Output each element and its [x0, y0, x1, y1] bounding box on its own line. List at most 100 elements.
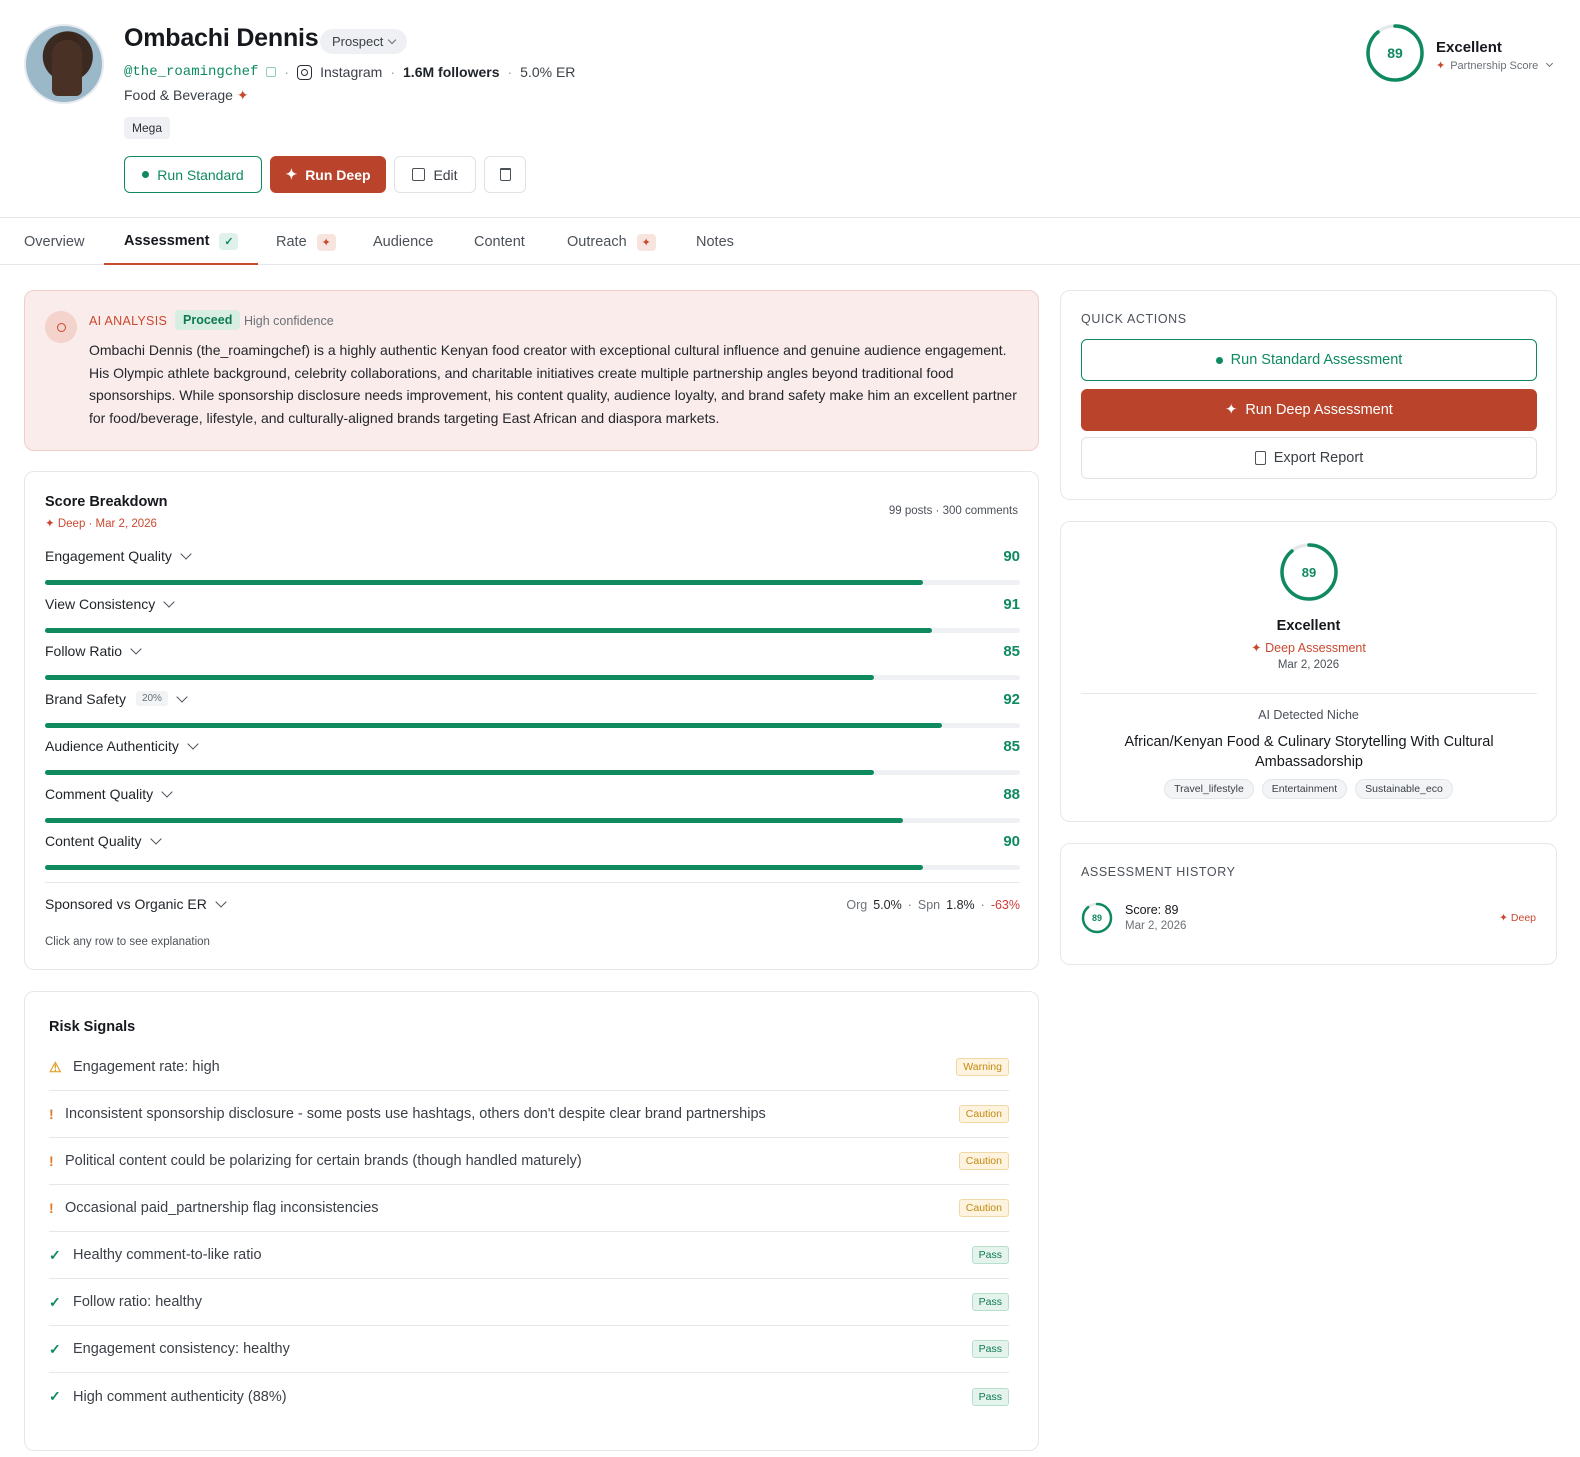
- metric-name: Content Quality: [45, 833, 162, 849]
- tab-overview[interactable]: Overview: [24, 219, 84, 265]
- risk-severity-badge: Pass: [971, 1387, 1009, 1406]
- summary-date: Mar 2, 2026: [1277, 659, 1340, 671]
- metric-bar-track: [45, 865, 1020, 870]
- risk-row: ! Political content could be polarizing f…: [49, 1138, 1009, 1185]
- risk-row: ⚠ Engagement rate: high Warning: [49, 1044, 1009, 1091]
- ai-analysis-label: AI ANALYSIS: [89, 314, 168, 328]
- niche-tags: Travel_lifestyle Entertainment Sustainab…: [1061, 779, 1556, 799]
- confidence-label: High confidence: [244, 314, 334, 328]
- partnership-score-dropdown[interactable]: ✦ Partnership Score: [1436, 59, 1554, 72]
- partnership-score-label: Partnership Score: [1450, 59, 1539, 72]
- edit-label: Edit: [433, 166, 458, 183]
- category-label: Food & Beverage ✦: [124, 87, 249, 104]
- metric-row[interactable]: Engagement Quality 90: [45, 548, 1020, 588]
- organic-er: 5.0%: [873, 898, 902, 912]
- sponsored-vs-organic-row[interactable]: Sponsored vs Organic ER Org 5.0% · Spn 1…: [45, 896, 1020, 916]
- summary-score-ring: 89: [1279, 542, 1339, 602]
- metric-bar-fill: [45, 722, 942, 728]
- risk-row: ✓ High comment authenticity (88%) Pass: [49, 1373, 1009, 1420]
- tab-audience[interactable]: Audience: [373, 219, 433, 265]
- risk-row: ! Occasional paid_partnership flag incons…: [49, 1185, 1009, 1232]
- history-type: ✦ Deep: [1499, 912, 1536, 924]
- score-rating: Excellent: [1436, 39, 1502, 56]
- pencil-icon: [412, 168, 426, 181]
- metric-value: 90: [1003, 833, 1020, 850]
- metric-bar-track: [45, 580, 1020, 585]
- tab-notes[interactable]: Notes: [696, 219, 734, 265]
- chevron-down-icon: [388, 35, 397, 44]
- run-deep-assessment-button[interactable]: ✦ Run Deep Assessment: [1081, 389, 1537, 431]
- category-text: Food & Beverage: [124, 87, 233, 103]
- assessment-history-title: ASSESSMENT HISTORY: [1081, 865, 1236, 879]
- delete-button[interactable]: [484, 156, 526, 193]
- score-breakdown-title: Score Breakdown: [45, 494, 168, 510]
- metric-row[interactable]: Audience Authenticity 85: [45, 738, 1020, 778]
- history-date: Mar 2, 2026: [1125, 920, 1187, 932]
- tab-assessment[interactable]: Assessment ✓: [104, 219, 259, 265]
- run-standard-label: Run Standard: [157, 166, 244, 183]
- check-icon: ✓: [49, 1246, 61, 1263]
- run-standard-assessment-button[interactable]: Run Standard Assessment: [1081, 339, 1537, 381]
- chevron-down-icon: [163, 595, 175, 608]
- chevron-down-icon: [187, 738, 199, 750]
- chevron-down-icon: [180, 548, 192, 560]
- metric-name: Comment Quality: [45, 786, 173, 802]
- metric-name: Audience Authenticity: [45, 738, 199, 754]
- risk-row: ✓ Healthy comment-to-like ratio Pass: [49, 1232, 1009, 1279]
- status-dropdown[interactable]: Prospect: [320, 29, 408, 54]
- sparkle-icon: ✦: [636, 233, 656, 251]
- instagram-icon: [297, 64, 313, 80]
- risk-signals-title: Risk Signals: [49, 1019, 136, 1035]
- sparkle-icon: ✦: [1251, 641, 1262, 655]
- risk-severity-badge: Warning: [956, 1058, 1009, 1076]
- exclamation-icon: !: [49, 1200, 54, 1216]
- external-link-icon[interactable]: [266, 67, 277, 77]
- history-score[interactable]: Score: 89: [1125, 903, 1179, 917]
- risk-severity-badge: Caution: [958, 1152, 1009, 1170]
- tab-bar: Overview Assessment ✓ Rate ✦ Audience Co…: [0, 219, 1580, 265]
- edit-button[interactable]: Edit: [394, 156, 476, 193]
- sample-size: 99 posts · 300 comments: [888, 505, 1018, 517]
- platform-label: Instagram: [320, 64, 383, 80]
- warning-icon: ⚠: [49, 1058, 62, 1075]
- risk-severity-badge: Caution: [958, 1199, 1009, 1217]
- metric-row[interactable]: Content Quality 90: [45, 833, 1020, 873]
- run-deep-button[interactable]: ✦ Run Deep: [270, 156, 386, 193]
- history-score-badge: 89: [1091, 913, 1102, 923]
- score-summary-card: 89 Excellent ✦ Deep Assessment Mar 2, 20…: [1060, 521, 1557, 822]
- chevron-down-icon: [176, 690, 188, 703]
- summary-assessment-type: ✦ Deep Assessment: [1251, 641, 1366, 655]
- risk-text: Occasional paid_partnership flag inconsi…: [65, 1200, 379, 1216]
- tab-rate[interactable]: Rate ✦: [276, 219, 336, 265]
- risk-severity-badge: Pass: [971, 1293, 1009, 1311]
- export-report-button[interactable]: Export Report: [1081, 437, 1537, 479]
- sponsored-values: Org 5.0% · Spn 1.8% · -63%: [846, 898, 1020, 912]
- sponsored-label: Sponsored vs Organic ER: [45, 896, 207, 912]
- metric-row[interactable]: Brand Safety 20% 92: [45, 691, 1020, 731]
- tab-outreach[interactable]: Outreach ✦: [567, 219, 656, 265]
- metric-bar-track: [45, 675, 1020, 680]
- summary-score-value: 89: [1301, 564, 1317, 580]
- score-breakdown-card: Score Breakdown ✦ Deep · Mar 2, 2026 99 …: [24, 471, 1039, 970]
- risk-text: High comment authenticity (88%): [73, 1388, 287, 1405]
- sparkle-icon: ✦: [1436, 60, 1446, 72]
- risk-severity-badge: Pass: [971, 1246, 1009, 1264]
- run-standard-button[interactable]: Run Standard: [124, 156, 262, 193]
- metric-row[interactable]: View Consistency 91: [45, 596, 1020, 636]
- sparkle-icon: ✦: [316, 233, 336, 251]
- sponsored-er: 1.8%: [946, 898, 975, 912]
- metric-bar-track: [45, 722, 1020, 728]
- verdict-badge: Proceed: [175, 310, 241, 330]
- handle-link[interactable]: @the_roamingchef: [124, 64, 258, 80]
- tab-content[interactable]: Content: [474, 219, 525, 265]
- status-label: Prospect: [332, 34, 384, 49]
- risk-severity-badge: Caution: [958, 1105, 1009, 1123]
- metric-row[interactable]: Comment Quality 88: [45, 786, 1020, 826]
- er-difference: -63%: [990, 898, 1020, 912]
- history-score-ring[interactable]: 89: [1081, 902, 1113, 934]
- profile-meta: @the_roamingchef · Instagram · 1.6M foll…: [124, 64, 576, 80]
- divider: [45, 882, 1020, 883]
- sparkle-icon: ✦: [236, 87, 249, 103]
- lightbulb-icon: [45, 311, 77, 343]
- metric-row[interactable]: Follow Ratio 85: [45, 643, 1020, 683]
